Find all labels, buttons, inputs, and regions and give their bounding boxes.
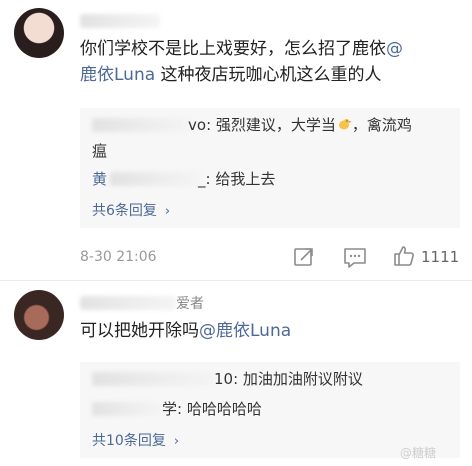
reply-username[interactable]: 黄 bbox=[92, 170, 107, 188]
comment-text: 可以把她开除吗@鹿依Luna bbox=[80, 321, 292, 341]
chick-emoji-icon bbox=[336, 115, 352, 131]
mention-link[interactable]: @ bbox=[386, 39, 403, 59]
reply-line: 学: 哈哈哈哈哈 bbox=[162, 400, 262, 418]
comment-icon bbox=[344, 248, 366, 268]
reply-username-blurred[interactable] bbox=[92, 372, 214, 386]
share-icon bbox=[294, 248, 313, 266]
username-suffix[interactable]: 爱者 bbox=[176, 293, 204, 313]
comment-button[interactable] bbox=[343, 247, 367, 269]
divider bbox=[0, 280, 472, 281]
reply-username-blurred[interactable] bbox=[92, 402, 162, 416]
watermark: @糖糖 bbox=[400, 446, 437, 460]
like-count: 1111 bbox=[421, 248, 460, 266]
mention-link[interactable]: @鹿依Luna bbox=[199, 321, 291, 341]
reply-line-wrap: 瘟 bbox=[92, 142, 108, 160]
view-replies-link[interactable]: 共6条回复 › bbox=[92, 200, 170, 220]
reply-username-blurred[interactable] bbox=[110, 172, 200, 186]
share-button[interactable] bbox=[293, 246, 315, 268]
timestamp: 8-30 21:06 bbox=[80, 249, 157, 265]
username-blurred[interactable] bbox=[80, 14, 160, 28]
chevron-right-icon: › bbox=[164, 204, 171, 219]
reply-username-blurred[interactable] bbox=[92, 118, 192, 132]
username-blurred[interactable] bbox=[80, 296, 176, 310]
mention-link[interactable]: 鹿依Luna bbox=[80, 65, 155, 85]
reply-line: 10: 加油加油附议附议 bbox=[214, 370, 363, 388]
view-replies-link[interactable]: 共10条回复 › bbox=[92, 430, 179, 450]
chevron-right-icon: › bbox=[173, 434, 180, 449]
comment-text: 你们学校不是比上戏要好，怎么招了鹿依@ bbox=[80, 39, 403, 59]
reply-text: _: 给我上去 bbox=[198, 170, 276, 188]
reply-line: vo: 强烈建议，大学当 ，禽流鸡 bbox=[188, 115, 412, 134]
reply-line: 黄 bbox=[92, 167, 107, 191]
avatar[interactable] bbox=[14, 290, 64, 340]
like-button[interactable] bbox=[393, 245, 415, 267]
comment-text-line2: 鹿依Luna 这种夜店玩咖心机这么重的人 bbox=[80, 65, 382, 85]
avatar[interactable] bbox=[14, 8, 64, 58]
thumbs-up-icon bbox=[394, 246, 414, 266]
